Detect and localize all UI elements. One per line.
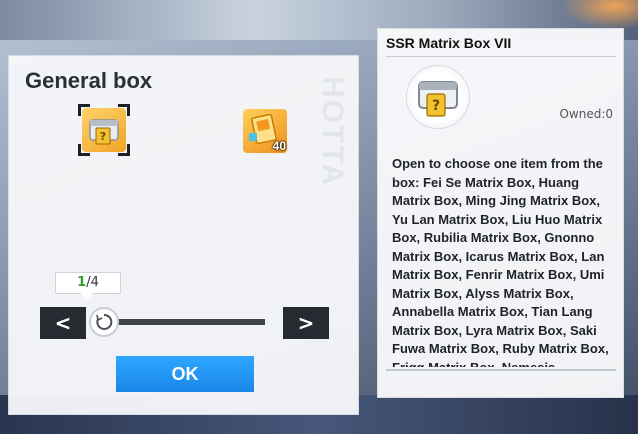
title-divider	[386, 56, 616, 57]
item-slot-matrix-box[interactable]: ?	[78, 104, 130, 156]
item-description: Open to choose one item from the box: Fe…	[392, 156, 609, 367]
decrease-button[interactable]: <	[40, 307, 86, 339]
item-detail-panel: SSR Matrix Box VII ? Owned:0 Open to cho…	[377, 28, 624, 398]
selection-corner	[118, 144, 130, 156]
chevron-right-icon: >	[297, 311, 315, 335]
item-slot-matrix-pack[interactable]: 40	[243, 109, 287, 153]
panel-watermark: HOTTA	[316, 76, 349, 188]
general-box-title: General box	[25, 68, 153, 93]
selection-corner	[78, 104, 90, 116]
owned-count: Owned:0	[559, 107, 613, 121]
selection-corner	[78, 144, 90, 156]
quantity-slider-handle[interactable]	[89, 307, 119, 337]
svg-text:?: ?	[100, 130, 106, 143]
selection-corner	[118, 104, 130, 116]
item-detail-icon-frame: ?	[406, 65, 470, 129]
quantity-current: 1	[77, 275, 87, 290]
quantity-indicator: 1/4	[55, 272, 121, 300]
description-scroll-divider	[386, 369, 616, 371]
general-box-panel: General box HOTTA ? 40 1/4 < > OK	[8, 55, 359, 415]
background-glow	[560, 0, 638, 30]
item-detail-title: SSR Matrix Box VII	[386, 35, 512, 51]
rotate-icon	[96, 313, 113, 330]
quantity-slider-track[interactable]	[99, 319, 265, 325]
item-count-badge: 40	[272, 139, 286, 153]
matrix-box-icon: ?	[418, 81, 458, 117]
ok-button[interactable]: OK	[116, 356, 254, 392]
quantity-max: 4	[90, 275, 99, 290]
svg-text:?: ?	[432, 98, 440, 114]
increase-button[interactable]: >	[283, 307, 329, 339]
chevron-left-icon: <	[54, 311, 72, 335]
